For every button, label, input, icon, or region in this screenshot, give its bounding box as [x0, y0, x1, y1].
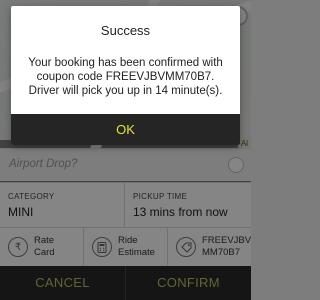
success-dialog: Success Your booking has been confirmed …	[11, 6, 240, 145]
dialog-title: Success	[100, 23, 151, 38]
booking-screen: Al Airport Drop? CATEGORY MINI PICKUP TI…	[0, 0, 251, 300]
dialog-message: Your booking has been confirmed with cou…	[28, 57, 223, 97]
ok-button[interactable]: OK	[11, 114, 240, 145]
